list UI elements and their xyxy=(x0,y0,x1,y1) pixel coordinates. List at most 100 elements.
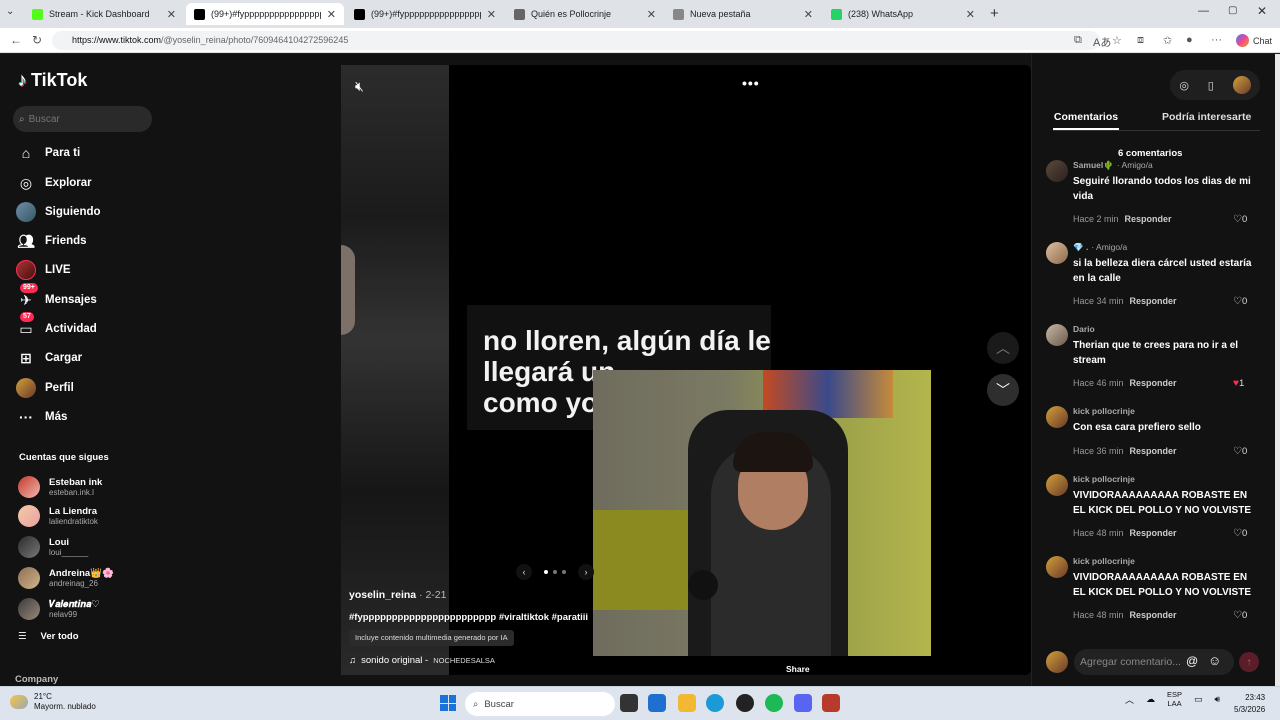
reply-button[interactable]: Responder xyxy=(1130,528,1177,538)
author-name[interactable]: yoselin_reina xyxy=(349,589,416,601)
tab-might-interest[interactable]: Podría interesarte xyxy=(1162,111,1251,123)
store-icon[interactable] xyxy=(648,694,666,712)
browser-tab[interactable]: (238) WhatsApp ✕ xyxy=(823,3,983,25)
carousel-dot[interactable] xyxy=(553,570,557,574)
carousel-prev-icon[interactable]: ‹ xyxy=(516,564,532,580)
like-button[interactable]: ♡0 xyxy=(1233,610,1247,621)
tab-comments[interactable]: Comentarios xyxy=(1053,111,1119,123)
favorites-icon[interactable]: ✩ xyxy=(1163,34,1172,47)
start-button[interactable] xyxy=(440,695,456,711)
nav-item-profile-avatar[interactable]: Perfil xyxy=(16,376,156,400)
task-view-icon[interactable] xyxy=(620,694,638,712)
compass-small-icon[interactable]: ◎ xyxy=(1179,79,1189,92)
followed-account[interactable]: Esteban ink esteban.ink.l xyxy=(18,474,158,500)
user-avatar[interactable] xyxy=(1232,76,1251,94)
more-options-icon[interactable]: ••• xyxy=(742,75,760,91)
like-button[interactable]: ♡0 xyxy=(1233,214,1247,225)
refresh-icon[interactable]: ↻ xyxy=(32,33,42,47)
device-icon[interactable]: ▯ xyxy=(1208,79,1214,92)
browser-tab[interactable]: Nueva pestaña ✕ xyxy=(665,3,821,25)
file-explorer-icon[interactable] xyxy=(678,694,696,712)
followed-account[interactable]: Loui loui______ xyxy=(18,534,158,560)
close-tab-icon[interactable]: ✕ xyxy=(804,8,813,21)
spotify-icon[interactable] xyxy=(765,694,783,712)
back-icon[interactable]: ← xyxy=(10,33,22,47)
language-indicator[interactable]: ESP LAA xyxy=(1167,690,1182,708)
maximize-icon[interactable]: ▢ xyxy=(1228,5,1237,16)
like-button[interactable]: ♡0 xyxy=(1233,446,1247,457)
edge-icon[interactable] xyxy=(706,694,724,712)
page-scrollbar[interactable] xyxy=(1275,54,1280,686)
previous-video-button[interactable]: ︿ xyxy=(987,332,1019,364)
search-input[interactable] xyxy=(28,113,139,125)
share-label[interactable]: Share xyxy=(786,664,810,674)
commenter-avatar[interactable] xyxy=(1046,160,1068,182)
close-tab-icon[interactable]: ✕ xyxy=(647,8,656,21)
new-tab-button[interactable]: + xyxy=(990,5,999,22)
reply-button[interactable]: Responder xyxy=(1130,610,1177,620)
commenter-avatar[interactable] xyxy=(1046,242,1068,264)
followed-account[interactable]: Andreina👑🌸 andreinag_26 xyxy=(18,565,158,591)
comment-user[interactable]: 💎 . · Amigo/a xyxy=(1073,242,1127,253)
commenter-avatar[interactable] xyxy=(1046,324,1068,346)
close-window-icon[interactable]: ✕ xyxy=(1257,4,1267,18)
nav-item-upload[interactable]: ⊞ Cargar xyxy=(16,346,156,370)
minimize-icon[interactable]: — xyxy=(1198,5,1209,17)
tiktok-logo[interactable]: ♪ TikTok xyxy=(18,70,87,91)
comment-user[interactable]: kick pollocrinje xyxy=(1073,406,1135,416)
nav-item-messages[interactable]: ✈ 99+ Mensajes xyxy=(16,283,156,312)
like-button[interactable]: ♡0 xyxy=(1233,296,1247,307)
extensions-icon[interactable]: ⧈ xyxy=(1137,34,1144,47)
monitor-icon[interactable]: ▭ xyxy=(1194,694,1203,705)
video-author[interactable]: yoselin_reina · 2-21 xyxy=(349,589,446,601)
comment-user[interactable]: kick pollocrinje xyxy=(1073,556,1135,566)
close-tab-icon[interactable]: ✕ xyxy=(327,8,336,21)
weather-widget[interactable]: 21°C Mayorm. nublado xyxy=(10,692,96,712)
nav-item-compass[interactable]: ◎ Explorar xyxy=(16,171,156,195)
commenter-avatar[interactable] xyxy=(1046,406,1068,428)
chevron-up-icon[interactable]: ︿ xyxy=(1125,693,1134,706)
settings-more-icon[interactable]: ··· xyxy=(1211,34,1222,46)
mute-icon[interactable]: 🔇︎ xyxy=(355,78,364,95)
emoji-icon[interactable]: ☺ xyxy=(1208,653,1221,668)
like-button[interactable]: ♡0 xyxy=(1233,528,1247,539)
mention-icon[interactable]: @ xyxy=(1186,654,1198,668)
nav-item-more[interactable]: ··· Más xyxy=(16,405,156,429)
close-tab-icon[interactable]: ✕ xyxy=(487,8,496,21)
tab-list-dropdown-icon[interactable]: ⌄ xyxy=(6,6,14,17)
browser-tab[interactable]: Quién es Pollocrinje ✕ xyxy=(506,3,664,25)
company-link[interactable]: Company xyxy=(15,674,58,685)
followed-account[interactable]: La Liendra laliendratiktok xyxy=(18,503,158,529)
favorite-star-icon[interactable]: ☆ xyxy=(1112,34,1122,47)
carousel-next-icon[interactable]: › xyxy=(578,564,594,580)
carousel-dot[interactable] xyxy=(562,570,566,574)
sound-link[interactable]: ♫ sonido original - NOCHEDESALSA xyxy=(349,655,495,666)
reply-button[interactable]: Responder xyxy=(1130,378,1177,388)
reply-button[interactable]: Responder xyxy=(1125,214,1172,224)
url-field[interactable]: https://www.tiktok.com/@yoselin_reina/ph… xyxy=(52,31,1100,50)
taskbar-search[interactable]: ⌕ Buscar xyxy=(465,692,615,716)
browser-tab[interactable]: (99+)#fyppppppppppppppppppppppp ✕ xyxy=(346,3,504,25)
reply-button[interactable]: Responder xyxy=(1130,446,1177,456)
obs-icon[interactable] xyxy=(736,694,754,712)
nav-item-following-avatar[interactable]: Siguiendo xyxy=(16,200,156,224)
send-comment-button[interactable]: ↑ xyxy=(1239,652,1259,672)
close-tab-icon[interactable]: ✕ xyxy=(167,8,176,21)
comment-user[interactable]: Samuel🌵 · Amigo/a xyxy=(1073,160,1153,171)
see-all-link[interactable]: ☰ Ver todo xyxy=(18,631,79,642)
translate-icon[interactable]: Aあ xyxy=(1093,34,1111,50)
followed-account[interactable]: 𝑽𝒂𝒍𝒆𝒏𝒕𝒊𝒏𝒂♡ nelav99 xyxy=(18,596,158,622)
search-box[interactable]: ⌕ xyxy=(13,106,152,132)
commenter-avatar[interactable] xyxy=(1046,474,1068,496)
close-tab-icon[interactable]: ✕ xyxy=(966,8,975,21)
nav-item-activity[interactable]: ▭ 57 Actividad xyxy=(16,312,156,341)
copilot-chat-button[interactable]: Chat xyxy=(1236,34,1272,47)
reply-button[interactable]: Responder xyxy=(1130,296,1177,306)
browser-tab[interactable]: (99+)#fyppppppppppppppppppppppp ✕ xyxy=(186,3,344,25)
cloud-icon[interactable]: ☁ xyxy=(1146,694,1155,705)
profile-icon[interactable]: ● xyxy=(1186,34,1193,46)
volume-icon[interactable]: 🔊︎ xyxy=(1215,694,1221,705)
comment-user[interactable]: kick pollocrinje xyxy=(1073,474,1135,484)
video-hashtags[interactable]: #fyppppppppppppppppppppppp #viraltiktok … xyxy=(349,612,594,623)
carousel-dot[interactable] xyxy=(544,570,548,574)
